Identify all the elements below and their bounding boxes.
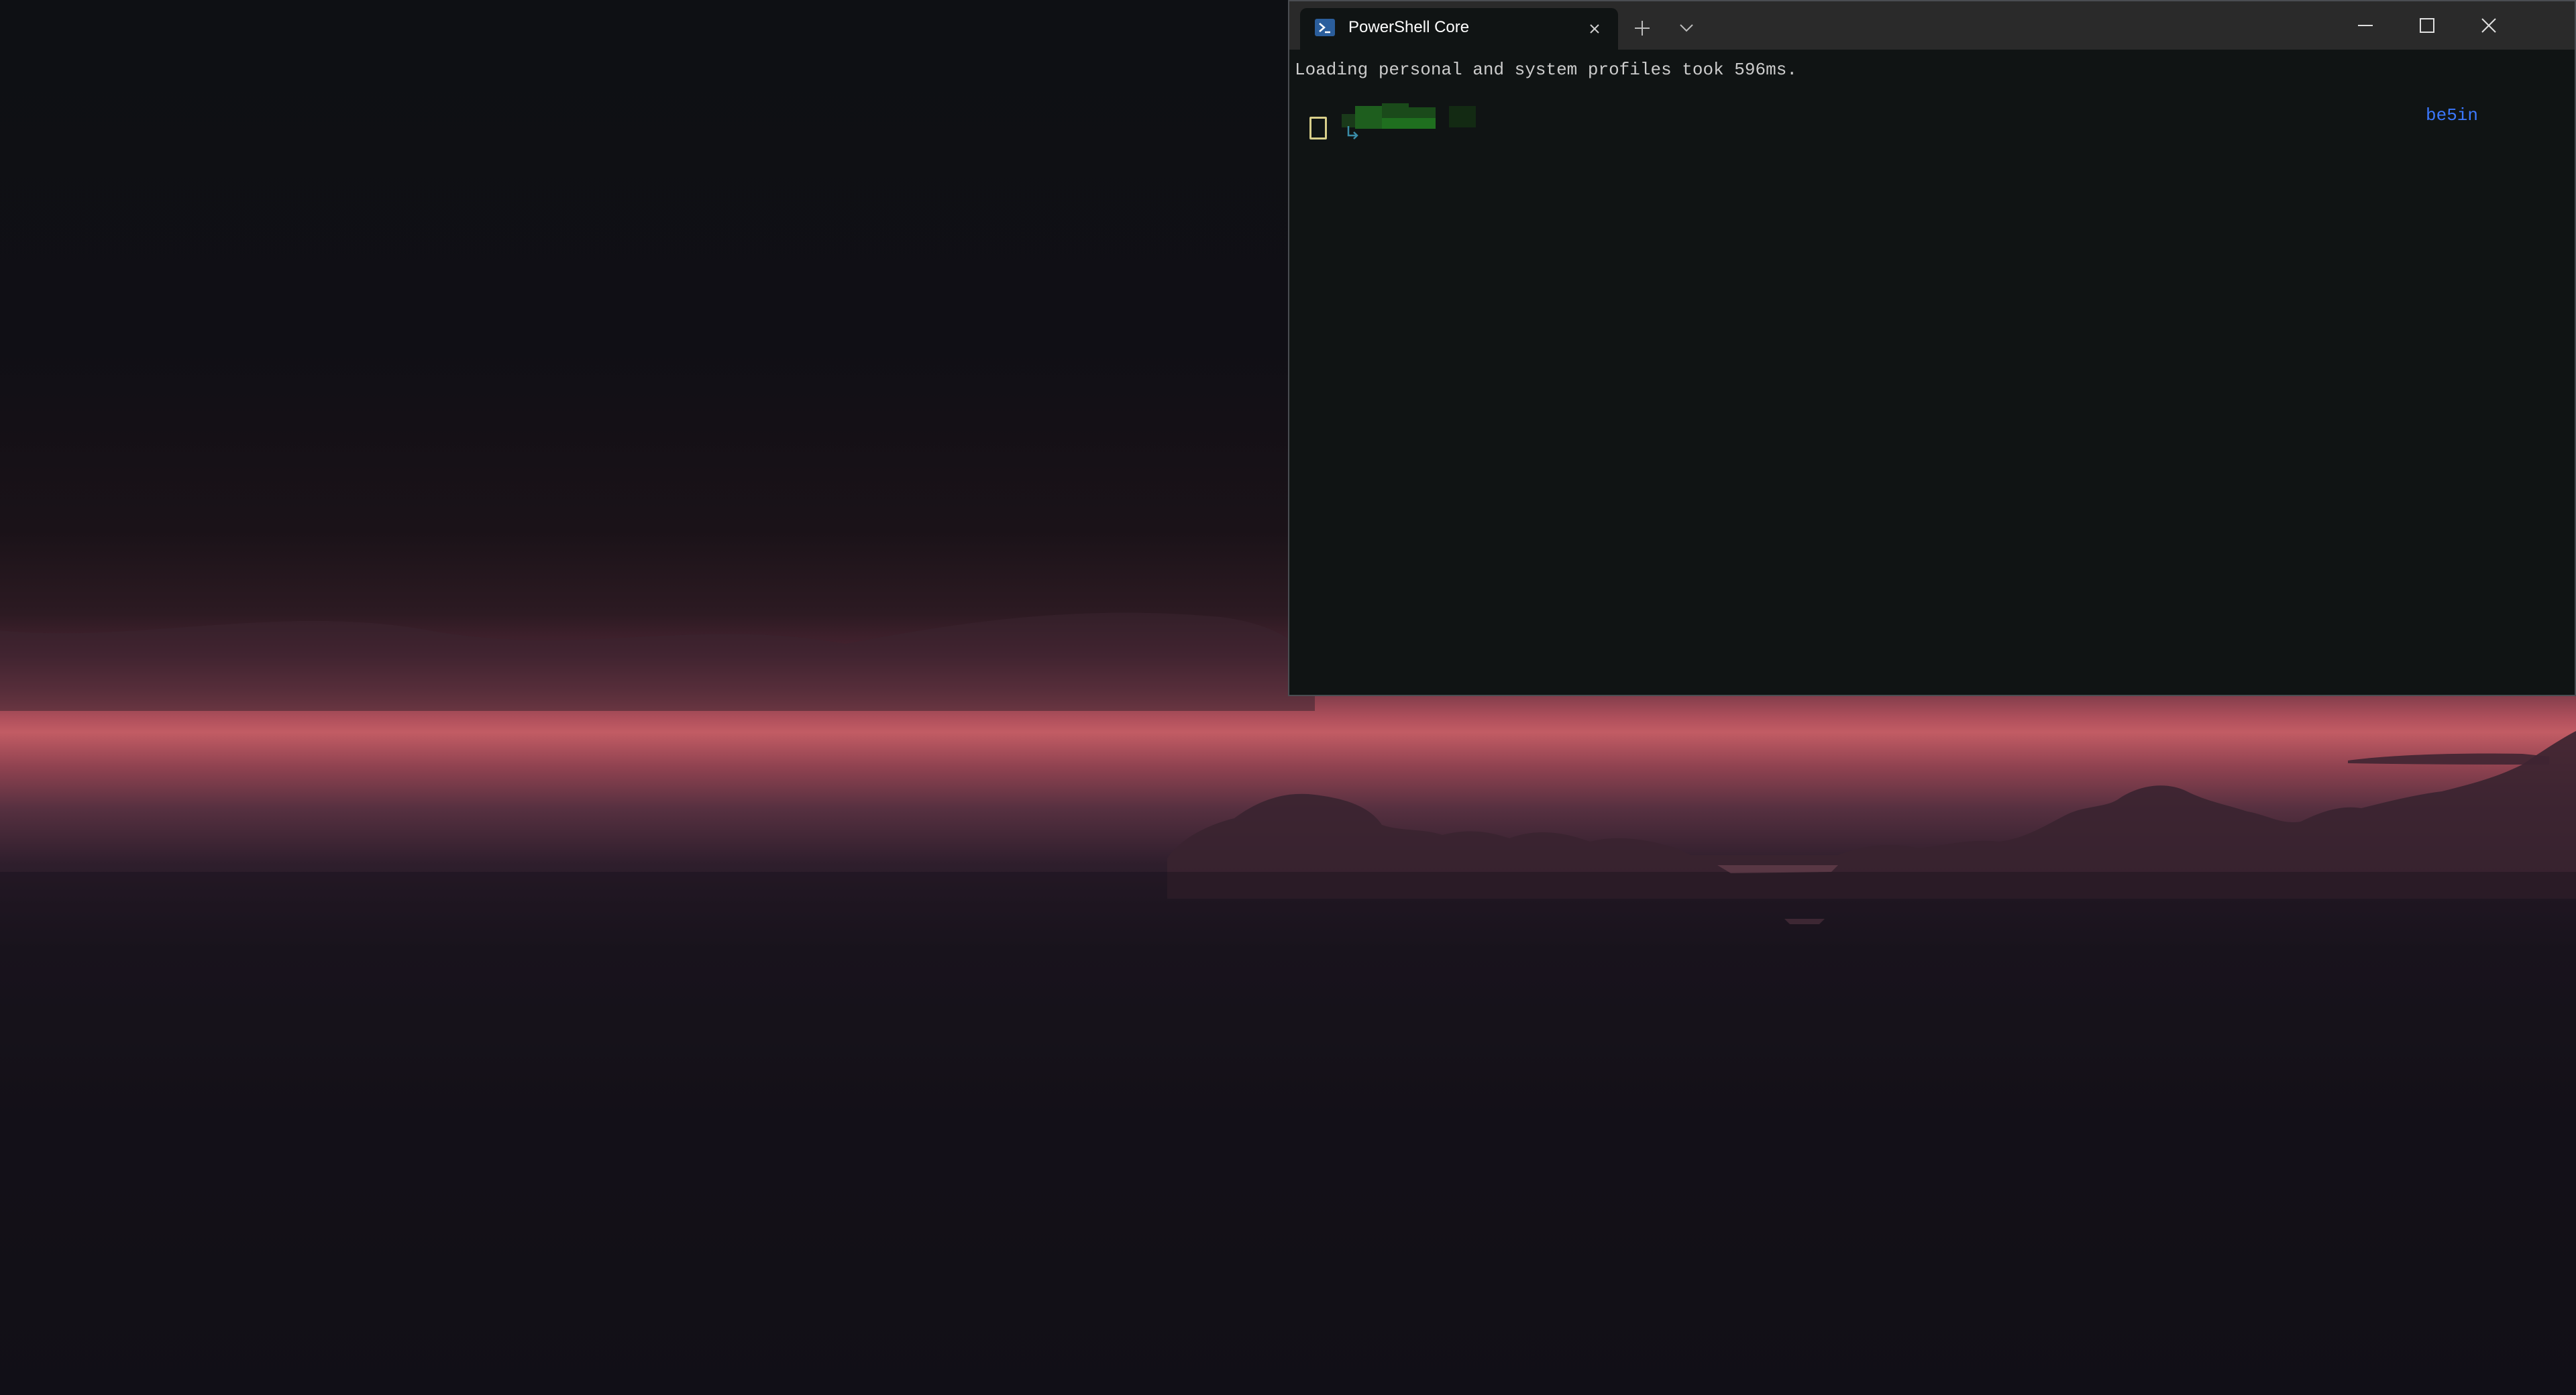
tab-close-icon[interactable] [1585,19,1605,39]
close-button[interactable] [2458,1,2520,50]
maximize-icon [2420,18,2434,33]
minimize-icon [2358,25,2373,26]
minimize-button[interactable] [2334,1,2396,50]
chevron-down-icon[interactable] [1674,16,1699,40]
powershell-icon [1315,19,1335,36]
plus-icon[interactable] [1630,16,1654,40]
tab-title: PowerShell Core [1348,18,1470,36]
right-prompt-text: be5in [2425,105,2478,125]
prompt-segment-icon [1309,117,1327,140]
terminal-output-area[interactable]: Loading personal and system profiles too… [1289,50,2575,695]
close-icon [2481,18,2496,33]
prompt-arrow-icon [1347,126,1358,140]
title-bar[interactable]: PowerShell Core [1289,1,2575,50]
prompt-path-redacted [1342,103,1476,129]
profile-load-message: Loading personal and system profiles too… [1295,60,1797,80]
terminal-window[interactable]: PowerShell Core Loading personal and sys… [1288,0,2576,696]
tab-powershell-core[interactable]: PowerShell Core [1300,8,1618,50]
maximize-button[interactable] [2396,1,2458,50]
